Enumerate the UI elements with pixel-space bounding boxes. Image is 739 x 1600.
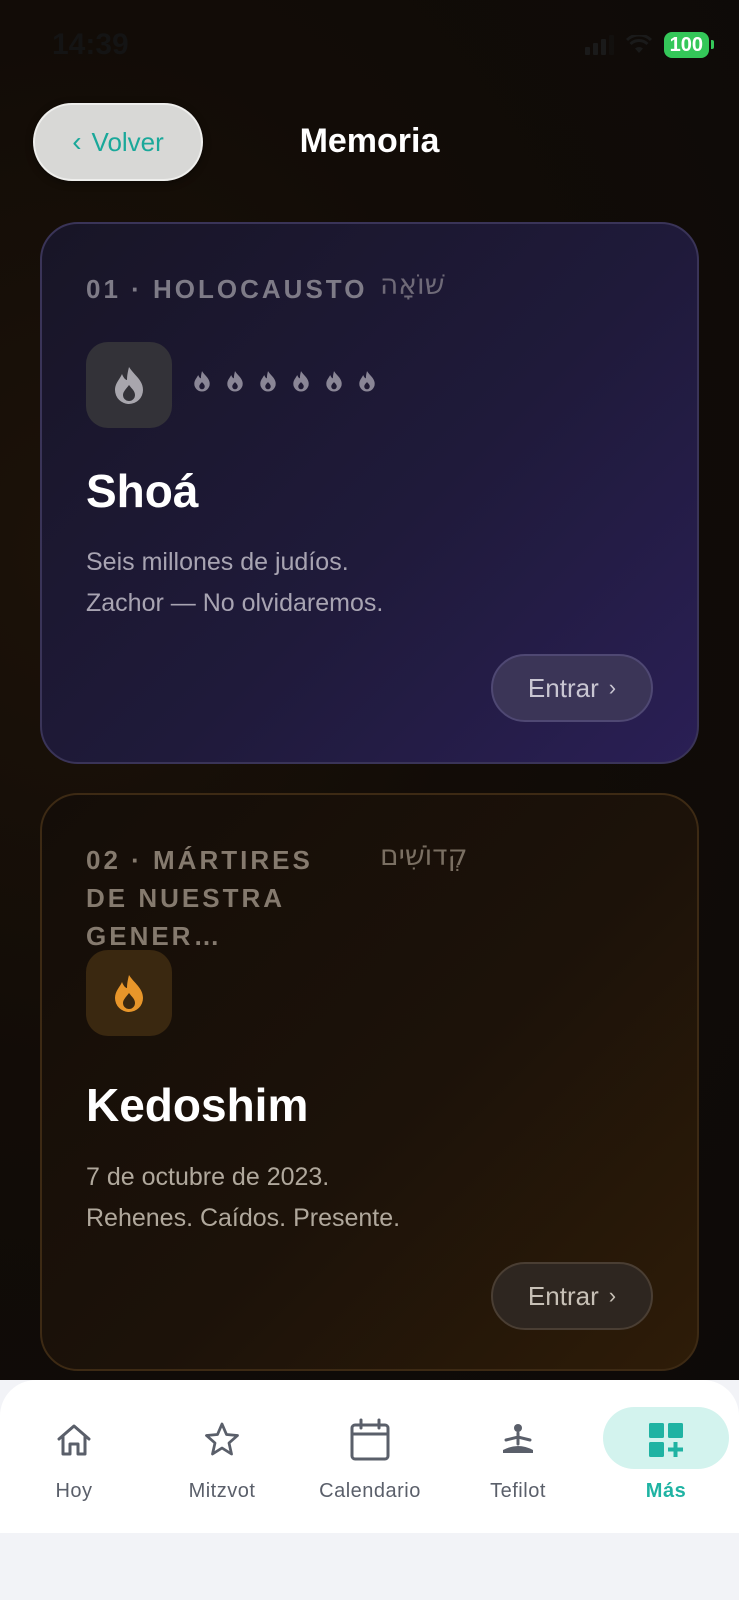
calendar-icon	[350, 1418, 390, 1461]
candle-flame-icon	[293, 371, 309, 392]
memoria-screen: 14:39 100 ‹ Volver Memoria 01 · HOLOCAUS…	[0, 0, 739, 1380]
page-title: Memoria	[299, 122, 440, 160]
card-description-line: Zachor — No olvidaremos.	[86, 589, 384, 617]
card-description-line: 7 de octubre de 2023.	[86, 1163, 330, 1191]
tab-hoy[interactable]: Hoy	[0, 1380, 148, 1533]
enter-button-kedoshim[interactable]: Entrar ›	[491, 1262, 653, 1330]
status-icons: 100	[584, 32, 715, 58]
enter-label: Entrar	[527, 672, 599, 703]
card-icon-box	[86, 342, 172, 428]
tab-tefilot[interactable]: Tefilot	[444, 1380, 592, 1533]
memorial-card-kedoshim[interactable]: 02 · MÁRTIRES DE NUESTRA GENER… קְדוֹשִׁ…	[40, 793, 699, 1371]
card-hebrew-title: שׁוֹאָה	[380, 268, 445, 301]
grid-plus-icon	[649, 1423, 683, 1457]
card-description-line: Seis millones de judíos.	[86, 548, 349, 576]
candle-flame-icon	[260, 371, 276, 392]
memorial-card-shoa[interactable]: 01 · HOLOCAUSTO שׁוֹאָה Shoá Seis millon…	[40, 222, 699, 764]
tab-label: Mitzvot	[188, 1480, 256, 1502]
status-bar: 14:39 100	[0, 0, 739, 90]
card-title: Kedoshim	[86, 1079, 309, 1131]
chevron-right-icon: ›	[608, 1283, 617, 1308]
card-hebrew-title: קְדוֹשִׁים	[380, 839, 468, 872]
tab-label: Tefilot	[490, 1480, 546, 1502]
card-title: Shoá	[86, 465, 199, 517]
signal-icon	[584, 35, 614, 55]
wifi-icon	[625, 35, 652, 53]
card-description: 7 de octubre de 2023. Rehenes. Caídos. P…	[86, 1157, 400, 1239]
card-description: Seis millones de judíos. Zachor — No olv…	[86, 542, 383, 624]
candle-flame-icon	[326, 371, 342, 392]
card-kicker: 01 · HOLOCAUSTO	[86, 274, 368, 304]
tab-label: Hoy	[55, 1480, 93, 1502]
prayer-icon	[503, 1424, 533, 1453]
bottom-tab-bar: Hoy Mitzvot Calendario Tefilot Más	[0, 1380, 739, 1533]
tab-label: Calendario	[319, 1480, 421, 1502]
candles-row	[192, 370, 377, 392]
flame-icon	[115, 975, 143, 1012]
enter-button-shoa[interactable]: Entrar ›	[491, 654, 653, 722]
star-icon	[205, 1422, 239, 1456]
candle-flame-icon	[194, 371, 210, 392]
flame-icon	[115, 367, 143, 404]
tab-mitzvot[interactable]: Mitzvot	[148, 1380, 296, 1533]
battery-indicator: 100	[663, 32, 715, 58]
candle-flame-icon	[359, 371, 375, 392]
tab-mas[interactable]: Más	[592, 1380, 739, 1533]
chevron-right-icon: ›	[608, 675, 617, 700]
status-time: 14:39	[52, 28, 129, 61]
candle-flame-icon	[227, 371, 243, 392]
card-description-line: Rehenes. Caídos. Presente.	[86, 1204, 401, 1232]
home-icon	[57, 1424, 91, 1456]
tab-label: Más	[645, 1480, 687, 1502]
enter-label: Entrar	[527, 1280, 599, 1311]
card-kicker: 02 · MÁRTIRES DE NUESTRA GENER…	[86, 845, 313, 951]
tab-calendario[interactable]: Calendario	[296, 1380, 444, 1533]
card-icon-box	[86, 950, 172, 1036]
